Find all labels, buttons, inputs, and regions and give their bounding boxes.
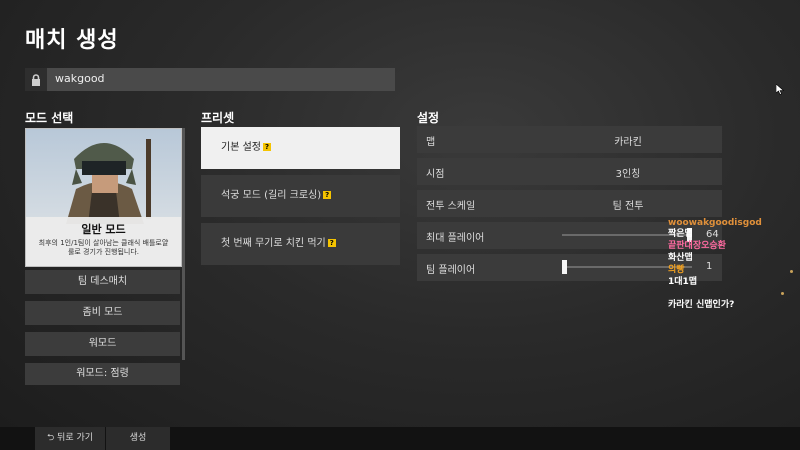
match-name-field[interactable]: wakgood [25,68,395,91]
preset-label: 석궁 모드 (길리 크로싱) [221,190,322,201]
mode-list-scrollbar[interactable] [182,128,185,360]
setting-map[interactable]: 맵 카라킨 [417,126,722,153]
chat-message: woowakgoodisgod [668,218,762,228]
question-icon[interactable]: ? [323,191,332,199]
setting-scale-label: 전투 스케일 [426,201,476,212]
setting-map-label: 맵 [426,137,436,148]
setting-view-label: 시점 [426,169,445,180]
mode-button-zombie[interactable]: 좀비 모드 [25,301,180,325]
mode-card-title: 일반 모드 [81,223,126,236]
chat-message: 화산맵 [668,253,693,263]
mode-card-desc-1: 최후의 1인/1팀이 살아남는 클래식 배틀로얄 [38,239,169,247]
map-marker-icon [781,292,784,295]
question-icon[interactable]: ? [327,239,336,247]
preset-heading: 프리셋 [201,111,235,125]
map-marker-icon [790,270,793,273]
preset-label: 첫 번째 무기로 치킨 먹기 [221,238,326,249]
setting-scale[interactable]: 전투 스케일 팀 전투 [417,190,722,217]
footer-bar: ⮌ 뒤로 가기 생성 [0,427,800,450]
settings-heading: 설정 [417,111,440,125]
create-button[interactable]: 생성 [106,427,170,450]
back-button-label: 뒤로 가기 [57,433,94,443]
question-icon[interactable]: ? [262,143,271,151]
setting-map-value: 카라킨 [614,137,642,148]
mode-card-desc-2: 룰로 경기가 진행됩니다. [67,248,140,256]
preset-default[interactable]: 기본 설정? [201,127,400,169]
setting-team-players-label: 팀 플레이어 [426,265,476,276]
lock-icon [25,68,47,91]
match-name-value: wakgood [55,72,105,85]
setting-view-value: 3인칭 [615,169,641,180]
back-button[interactable]: ⮌ 뒤로 가기 [35,427,105,450]
mode-button-war[interactable]: 워모드 [25,332,180,356]
setting-max-players-label: 최대 플레이어 [426,233,485,244]
mode-button-war-conquest[interactable]: 워모드: 점령 [25,363,180,385]
preset-first-weapon[interactable]: 첫 번째 무기로 치킨 먹기? [201,223,400,265]
team-players-slider-handle[interactable] [562,260,567,274]
chat-message: 의빵 [668,265,685,275]
preset-crossbow[interactable]: 석궁 모드 (길리 크로싱)? [201,175,400,217]
page-title: 매치 생성 [25,28,119,53]
mode-card-normal[interactable]: 일반 모드 최후의 1인/1팀이 살아남는 클래식 배틀로얄 룰로 경기가 진행… [25,128,182,267]
max-players-value: 64 [706,229,719,240]
setting-scale-value: 팀 전투 [612,201,644,212]
chat-message: 끝판대장오승환 [668,241,726,251]
chat-message: 카라킨 신맵인가? [668,300,735,310]
preset-label: 기본 설정 [221,142,261,153]
mode-button-team-deathmatch[interactable]: 팀 데스매치 [25,270,180,294]
mode-card-image [26,129,181,224]
setting-view[interactable]: 시점 3인칭 [417,158,722,185]
chat-message: 1대1맵 [668,277,698,287]
mouse-cursor-icon [775,80,785,99]
team-players-value: 1 [706,261,713,272]
mode-select-heading: 모드 선택 [25,111,74,125]
back-arrow-icon: ⮌ [46,433,55,443]
chat-message: 짝은맵 [668,229,693,239]
